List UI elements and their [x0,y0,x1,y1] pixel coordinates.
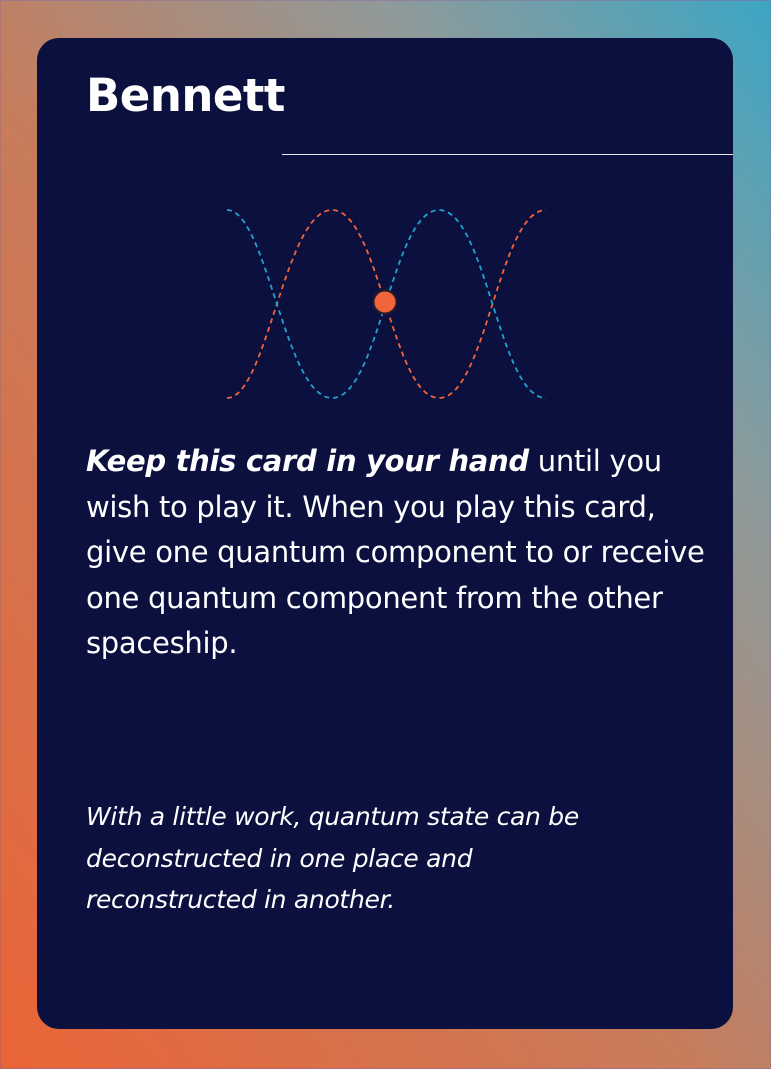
title-divider [282,154,733,155]
flavor-text: With a little work, quantum state can be… [86,802,579,914]
rule-text: Keep this card in your hand until you wi… [86,439,706,667]
card-title: Bennett [86,69,285,122]
intersection-dot [372,289,398,315]
rule-emphasis: Keep this card in your hand [86,444,529,478]
dashed-sine-waves-icon [227,209,547,399]
game-card[interactable]: Bennett Keep this card in your hand unti… [37,38,733,1029]
